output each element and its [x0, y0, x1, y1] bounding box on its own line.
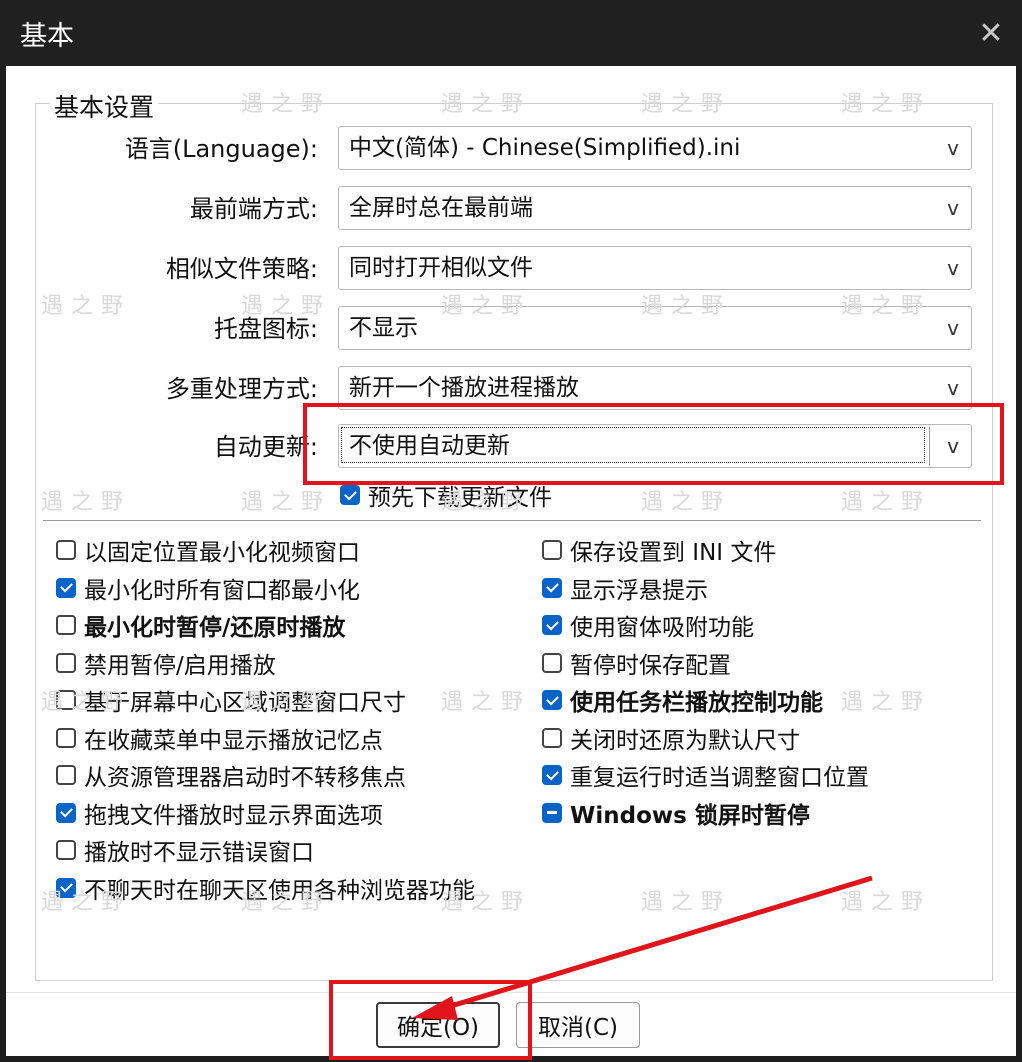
checkbox-label: 从资源管理器启动时不转移焦点 [84, 765, 406, 791]
ok-button[interactable]: 确定(O) [376, 1002, 500, 1048]
setting-label: 相似文件策略: [165, 255, 318, 283]
checkbox-label: 基于屏幕中心区域调整窗口尺寸 [84, 690, 406, 716]
chevron-down-icon: v [947, 376, 959, 400]
dialog-body: 基本设置 语言(Language): 中文(简体) - Chinese(Simpl… [6, 66, 1016, 1056]
checkbox-label: Windows 锁屏时暂停 [570, 802, 810, 829]
option-checkbox[interactable]: 重复运行时适当调整窗口位置 [542, 758, 869, 792]
chevron-down-icon: v [947, 256, 959, 280]
checkbox-icon [542, 727, 562, 748]
dropdown-value: 中文(简体) - Chinese(Simplified).ini [349, 135, 741, 161]
checkbox-label: 不聊天时在聊天区使用各种浏览器功能 [84, 877, 475, 904]
setting-dropdown[interactable]: 不显示 v [338, 306, 972, 350]
group-legend: 基本设置 [50, 88, 159, 124]
checkbox-icon [542, 802, 562, 823]
option-checkbox[interactable]: 显示浮悬提示 [542, 571, 708, 605]
setting-dropdown[interactable]: 全屏时总在最前端 v [338, 186, 972, 230]
checkbox-icon [56, 615, 76, 635]
footer-divider [6, 992, 1016, 993]
setting-row: 语言(Language): 中文(简体) - Chinese(Simplified… [6, 126, 1016, 172]
checkbox-icon [56, 652, 76, 673]
dropdown-value: 全屏时总在最前端 [349, 195, 533, 221]
chevron-down-icon: v [947, 136, 959, 160]
checkbox-label: 禁用暂停/启用播放 [84, 652, 276, 679]
checkbox-label: 播放时不显示错误窗口 [84, 840, 314, 866]
checkbox-label: 重复运行时适当调整窗口位置 [570, 765, 869, 791]
window-title: 基本 [20, 21, 74, 52]
setting-dropdown[interactable]: 中文(简体) - Chinese(Simplified).ini v [338, 126, 972, 170]
checkbox-icon [56, 802, 76, 823]
dropdown-value: 同时打开相似文件 [349, 255, 533, 281]
checkbox-label: 使用窗体吸附功能 [570, 615, 754, 641]
option-checkbox[interactable]: 关闭时还原为默认尺寸 [542, 721, 800, 755]
option-checkbox[interactable]: 基于屏幕中心区域调整窗口尺寸 [56, 683, 406, 717]
checkbox-icon [56, 727, 76, 748]
setting-row: 相似文件策略: 同时打开相似文件 v [6, 246, 1016, 292]
option-checkbox[interactable]: 使用任务栏播放控制功能 [542, 683, 823, 717]
dropdown-separator [929, 427, 930, 465]
checkbox-label: 在收藏菜单中显示播放记忆点 [84, 727, 383, 754]
setting-row: 自动更新: 不使用自动更新 v [6, 424, 1016, 470]
setting-row: 最前端方式: 全屏时总在最前端 v [6, 186, 1016, 232]
setting-dropdown[interactable]: 不使用自动更新 v [338, 424, 972, 468]
checkbox-label: 使用任务栏播放控制功能 [570, 690, 823, 716]
setting-label: 语言(Language): [124, 135, 318, 163]
setting-label: 托盘图标: [213, 315, 318, 343]
checkbox-icon [542, 577, 562, 598]
checkbox-icon [56, 540, 76, 560]
setting-label: 自动更新: [213, 433, 318, 461]
checkbox-icon [56, 840, 76, 860]
setting-label: 最前端方式: [189, 195, 318, 223]
option-checkbox[interactable]: 从资源管理器启动时不转移焦点 [56, 758, 406, 792]
predownload-checkbox[interactable]: 预先下载更新文件 [340, 478, 552, 512]
checkbox-icon [56, 877, 76, 898]
cancel-button[interactable]: 取消(C) [516, 1002, 640, 1048]
option-checkbox[interactable]: 在收藏菜单中显示播放记忆点 [56, 721, 383, 755]
checkbox-icon [542, 690, 562, 710]
checkbox-label: 拖拽文件播放时显示界面选项 [84, 802, 383, 829]
option-checkbox[interactable]: 拖拽文件播放时显示界面选项 [56, 796, 383, 830]
checkbox-label: 以固定位置最小化视频窗口 [84, 540, 360, 566]
option-checkbox[interactable]: 禁用暂停/启用播放 [56, 646, 276, 680]
checkbox-label: 暂停时保存配置 [570, 652, 731, 679]
option-checkbox[interactable]: 保存设置到 INI 文件 [542, 533, 776, 567]
checkbox-icon [340, 485, 360, 505]
setting-row: 多重处理方式: 新开一个播放进程播放 v [6, 366, 1016, 412]
setting-dropdown[interactable]: 新开一个播放进程播放 v [338, 366, 972, 410]
checkbox-label: 最小化时暂停/还原时播放 [84, 615, 346, 641]
option-checkbox[interactable]: 播放时不显示错误窗口 [56, 833, 314, 867]
option-checkbox[interactable]: 以固定位置最小化视频窗口 [56, 533, 360, 567]
checkbox-icon [542, 540, 562, 560]
checkbox-label: 显示浮悬提示 [570, 577, 708, 604]
option-checkbox[interactable]: 使用窗体吸附功能 [542, 608, 754, 642]
dropdown-value: 不使用自动更新 [349, 433, 510, 459]
chevron-down-icon: v [947, 196, 959, 220]
checkbox-label: 关闭时还原为默认尺寸 [570, 727, 800, 754]
setting-label: 多重处理方式: [165, 375, 318, 403]
option-checkbox[interactable]: 暂停时保存配置 [542, 646, 731, 680]
option-checkbox[interactable]: 最小化时所有窗口都最小化 [56, 571, 360, 605]
option-checkbox[interactable]: Windows 锁屏时暂停 [542, 796, 810, 830]
title-bar: 基本 ✕ [0, 0, 1022, 66]
chevron-down-icon: v [947, 434, 959, 458]
close-button[interactable]: ✕ [960, 0, 1022, 66]
divider [43, 520, 981, 521]
setting-dropdown[interactable]: 同时打开相似文件 v [338, 246, 972, 290]
chevron-down-icon: v [947, 316, 959, 340]
option-checkbox[interactable]: 最小化时暂停/还原时播放 [56, 608, 345, 642]
dropdown-value: 不显示 [349, 315, 418, 341]
checkbox-icon [56, 765, 76, 785]
option-checkbox[interactable]: 不聊天时在聊天区使用各种浏览器功能 [56, 871, 475, 905]
checkbox-icon [542, 765, 562, 785]
close-icon: ✕ [978, 15, 1004, 51]
checkbox-icon [542, 615, 562, 635]
setting-row: 托盘图标: 不显示 v [6, 306, 1016, 352]
checkbox-label: 最小化时所有窗口都最小化 [84, 577, 360, 604]
checkbox-icon [542, 652, 562, 673]
checkbox-label: 预先下载更新文件 [368, 485, 552, 511]
dropdown-value: 新开一个播放进程播放 [349, 375, 579, 401]
checkbox-icon [56, 577, 76, 598]
checkbox-label: 保存设置到 INI 文件 [570, 540, 777, 566]
checkbox-icon [56, 690, 76, 710]
